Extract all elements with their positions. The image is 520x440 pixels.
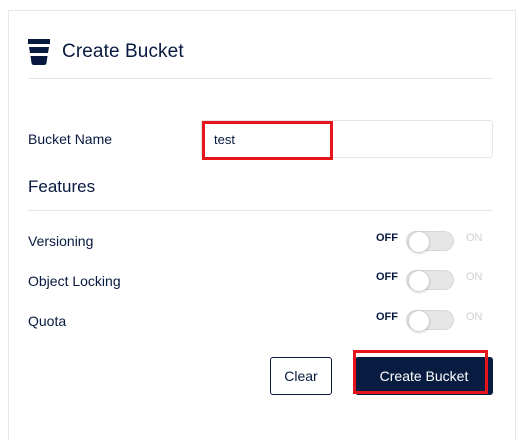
versioning-on-label: ON — [466, 232, 483, 244]
bucket-icon — [28, 39, 50, 65]
versioning-toggle-knob — [408, 231, 430, 253]
bucket-name-input[interactable] — [201, 120, 493, 158]
quota-label: Quota — [28, 313, 67, 329]
features-divider — [28, 210, 493, 211]
versioning-switch: OFF ON — [376, 229, 483, 253]
object-locking-toggle-knob — [408, 270, 430, 292]
quota-switch: OFF ON — [376, 308, 483, 332]
quota-off-label: OFF — [376, 311, 398, 323]
object-locking-off-label: OFF — [376, 271, 398, 283]
bucket-name-label: Bucket Name — [28, 131, 113, 147]
panel-header: Create Bucket — [28, 35, 184, 69]
stage: Create Bucket Bucket Name Features Versi… — [0, 0, 520, 440]
header-divider — [28, 78, 493, 79]
versioning-label: Versioning — [28, 233, 94, 249]
object-locking-on-label: ON — [466, 271, 483, 283]
object-locking-toggle[interactable] — [406, 270, 454, 292]
create-bucket-button[interactable]: Create Bucket — [355, 357, 493, 395]
quota-toggle[interactable] — [406, 310, 454, 332]
object-locking-label: Object Locking — [28, 273, 121, 289]
features-title: Features — [28, 177, 96, 196]
clear-button[interactable]: Clear — [270, 357, 332, 395]
object-locking-switch: OFF ON — [376, 268, 483, 292]
quota-toggle-knob — [408, 310, 430, 332]
versioning-toggle[interactable] — [406, 231, 454, 253]
page-title: Create Bucket — [62, 41, 184, 62]
quota-on-label: ON — [466, 311, 483, 323]
versioning-off-label: OFF — [376, 232, 398, 244]
